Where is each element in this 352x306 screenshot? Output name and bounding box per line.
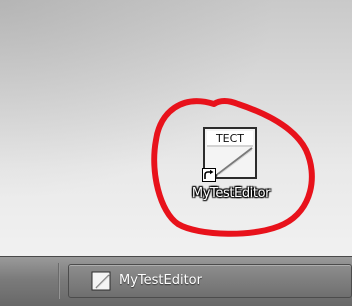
taskbar-button-label: MyTestEditor (119, 273, 202, 288)
desktop: TECT MyTestEditor (0, 0, 352, 256)
shortcut-label: MyTestEditor (191, 186, 271, 201)
text-editor-icon (91, 271, 111, 291)
taskbar-button-mytesteditor[interactable]: MyTestEditor (68, 264, 352, 298)
taskbar: MyTestEditor (0, 256, 352, 306)
icon-caption: TECT (215, 132, 244, 145)
shortcut-arrow-icon (202, 168, 216, 182)
desktop-shortcut-mytesteditor[interactable]: TECT MyTestEditor (168, 126, 294, 210)
taskbar-divider (58, 263, 60, 299)
